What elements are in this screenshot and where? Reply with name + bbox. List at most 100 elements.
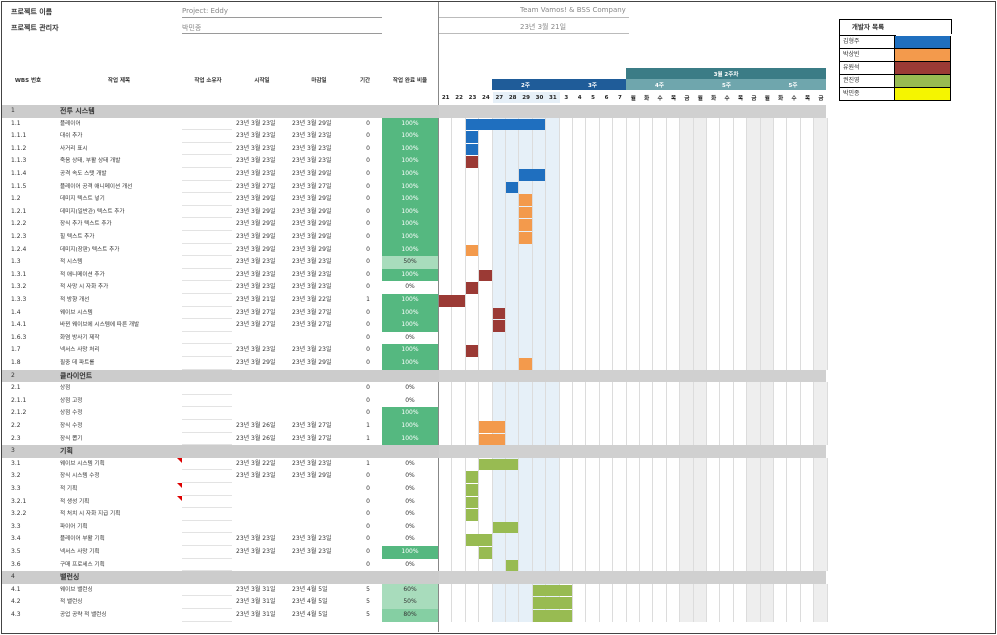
gantt-cell[interactable]: [479, 470, 493, 483]
gantt-cell[interactable]: [492, 394, 506, 408]
gantt-cell[interactable]: [680, 168, 694, 181]
gantt-cell[interactable]: [466, 180, 480, 194]
gantt-cell[interactable]: [452, 357, 466, 370]
gantt-cell[interactable]: [519, 483, 533, 496]
gantt-cell[interactable]: [479, 583, 493, 597]
gantt-cell[interactable]: [653, 281, 667, 294]
gantt-cell[interactable]: [653, 596, 667, 609]
gantt-cell[interactable]: [640, 609, 654, 622]
task-row[interactable]: 1.3.1 적 애니메이션 추가 23년 3월 23일 23년 3월 23일 0 100%: [2, 268, 828, 282]
gantt-cell[interactable]: [787, 407, 801, 420]
gantt-cell[interactable]: [452, 420, 466, 433]
gantt-cell[interactable]: [734, 520, 748, 534]
gantt-cell[interactable]: [506, 319, 520, 332]
gantt-cell[interactable]: [600, 117, 614, 131]
gantt-cell[interactable]: [519, 470, 533, 483]
progress-cell[interactable]: 100%: [382, 344, 438, 357]
gantt-cell[interactable]: [546, 344, 560, 357]
task-title[interactable]: 웨이브 시스템 기획: [60, 458, 180, 471]
gantt-cell[interactable]: [439, 394, 453, 408]
gantt-cell[interactable]: [506, 394, 520, 408]
gantt-cell[interactable]: [801, 193, 815, 206]
gantt-cell[interactable]: [734, 180, 748, 194]
end-date[interactable]: [292, 395, 348, 408]
gantt-cell[interactable]: [774, 583, 788, 597]
gantt-cell[interactable]: [640, 205, 654, 219]
progress-cell[interactable]: 100%: [382, 243, 438, 257]
wbs-number[interactable]: 1.1.2: [11, 143, 51, 156]
task-title[interactable]: 플레이어 부활 기획: [60, 533, 180, 546]
gantt-cell[interactable]: [466, 520, 480, 534]
gantt-cell[interactable]: [479, 180, 493, 194]
task-row[interactable]: 1.1.4 공격 속도 스탯 개발 23년 3월 23일 23년 3월 29일 0 100…: [2, 168, 828, 181]
gantt-cell[interactable]: [586, 155, 600, 168]
task-title[interactable]: 사거리 표시: [60, 143, 180, 156]
gantt-cell[interactable]: [720, 583, 734, 597]
gantt-cell[interactable]: [760, 243, 774, 257]
gantt-cell[interactable]: [734, 243, 748, 257]
end-date[interactable]: 23년 4월 5일: [292, 596, 348, 609]
gantt-cell[interactable]: [546, 382, 560, 395]
gantt-cell[interactable]: [774, 180, 788, 194]
gantt-cell[interactable]: [680, 382, 694, 395]
gantt-cell[interactable]: [452, 218, 466, 231]
gantt-cell[interactable]: [479, 407, 493, 420]
gantt-cell[interactable]: [814, 533, 828, 546]
project-manager-value[interactable]: 박민종: [182, 23, 201, 33]
gantt-cell[interactable]: [814, 319, 828, 332]
gantt-cell[interactable]: [774, 533, 788, 546]
task-row[interactable]: 1.2.1 데미지(일반관) 텍스트 추가 23년 3월 29일 23년 3월 29일…: [2, 205, 828, 219]
gantt-cell[interactable]: [546, 432, 560, 446]
gantt-cell[interactable]: [586, 218, 600, 231]
owner-cell[interactable]: [182, 117, 232, 131]
gantt-cell[interactable]: [439, 306, 453, 320]
gantt-cell[interactable]: [640, 218, 654, 231]
end-date[interactable]: 23년 3월 27일: [292, 181, 348, 194]
gantt-cell[interactable]: [814, 331, 828, 345]
gantt-cell[interactable]: [439, 583, 453, 597]
end-date[interactable]: [292, 382, 348, 395]
gantt-cell[interactable]: [667, 294, 681, 307]
gantt-cell[interactable]: [506, 596, 520, 609]
gantt-cell[interactable]: [532, 382, 547, 395]
end-date[interactable]: 23년 3월 23일: [292, 155, 348, 168]
gantt-cell[interactable]: [653, 470, 667, 483]
gantt-cell[interactable]: [787, 533, 801, 546]
gantt-cell[interactable]: [506, 420, 520, 433]
task-row[interactable]: 1.2.3 힐 텍스트 추가 23년 3월 29일 23년 3월 29일 0 100%: [2, 231, 828, 244]
gantt-cell[interactable]: [613, 609, 627, 622]
gantt-cell[interactable]: [627, 155, 640, 168]
gantt-bar[interactable]: [492, 320, 505, 332]
start-date[interactable]: 23년 3월 29일: [236, 193, 292, 206]
gantt-cell[interactable]: [586, 407, 600, 420]
gantt-cell[interactable]: [613, 357, 627, 370]
gantt-cell[interactable]: [680, 205, 694, 219]
gantt-cell[interactable]: [546, 117, 560, 131]
gantt-cell[interactable]: [532, 520, 547, 534]
start-date[interactable]: [236, 483, 292, 496]
gantt-cell[interactable]: [760, 533, 774, 546]
end-date[interactable]: 23년 3월 29일: [292, 244, 348, 257]
gantt-cell[interactable]: [774, 294, 788, 307]
gantt-cell[interactable]: [734, 508, 748, 521]
gantt-cell[interactable]: [492, 331, 506, 345]
gantt-cell[interactable]: [707, 180, 721, 194]
gantt-cell[interactable]: [560, 432, 573, 446]
gantt-cell[interactable]: [613, 193, 627, 206]
end-date[interactable]: 23년 3월 23일: [292, 533, 348, 546]
owner-cell[interactable]: [182, 168, 232, 181]
gantt-cell[interactable]: [479, 495, 493, 509]
gantt-cell[interactable]: [774, 130, 788, 143]
gantt-cell[interactable]: [640, 155, 654, 168]
gantt-cell[interactable]: [627, 546, 640, 559]
owner-cell[interactable]: [182, 218, 232, 231]
gantt-cell[interactable]: [439, 420, 453, 433]
gantt-cell[interactable]: [814, 432, 828, 446]
start-date[interactable]: [236, 395, 292, 408]
duration[interactable]: 0: [360, 193, 376, 206]
gantt-cell[interactable]: [801, 218, 815, 231]
start-date[interactable]: 23년 3월 22일: [236, 458, 292, 471]
gantt-cell[interactable]: [506, 609, 520, 622]
gantt-cell[interactable]: [613, 457, 627, 471]
gantt-cell[interactable]: [573, 331, 587, 345]
